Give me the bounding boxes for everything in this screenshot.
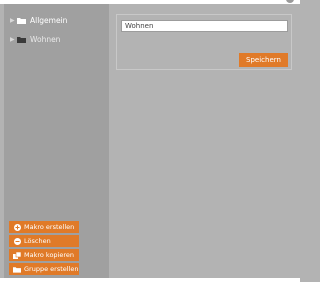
action-label: Gruppe erstellen	[24, 265, 79, 273]
tree-item-label: Allgemein	[30, 15, 68, 25]
copy-icon	[13, 251, 21, 259]
copy-macro-button[interactable]: Makro kopieren	[9, 249, 79, 261]
action-label: Löschen	[24, 237, 51, 245]
minus-circle-icon	[13, 237, 21, 245]
name-input[interactable]	[121, 20, 288, 32]
folder-icon	[17, 17, 26, 24]
sidebar: ▶ Allgemein ▶ Wohnen Makro erstellen Lös…	[4, 4, 109, 278]
caret-right-icon[interactable]: ▶	[10, 36, 17, 43]
create-macro-button[interactable]: Makro erstellen	[9, 221, 79, 233]
caret-right-icon[interactable]: ▶	[10, 17, 17, 24]
tree-item-wohnen[interactable]: ▶ Wohnen	[10, 33, 67, 45]
plus-circle-icon	[13, 223, 21, 231]
edit-form: Speichern	[116, 14, 292, 70]
create-group-button[interactable]: Gruppe erstellen	[9, 263, 79, 275]
delete-button[interactable]: Löschen	[9, 235, 79, 247]
action-label: Makro kopieren	[24, 251, 75, 259]
folder-icon	[13, 265, 21, 273]
action-label: Makro erstellen	[24, 223, 75, 231]
tree-item-label: Wohnen	[30, 34, 61, 44]
main-panel: Speichern	[109, 4, 296, 278]
tree-item-allgemein[interactable]: ▶ Allgemein	[10, 14, 67, 26]
folder-icon	[17, 36, 26, 43]
macro-tree: ▶ Allgemein ▶ Wohnen	[10, 14, 67, 52]
window-control-icon[interactable]	[286, 0, 294, 3]
action-buttons: Makro erstellen Löschen Makro kopieren G…	[9, 221, 79, 277]
save-button[interactable]: Speichern	[239, 53, 288, 67]
bottom-strip	[0, 278, 300, 282]
